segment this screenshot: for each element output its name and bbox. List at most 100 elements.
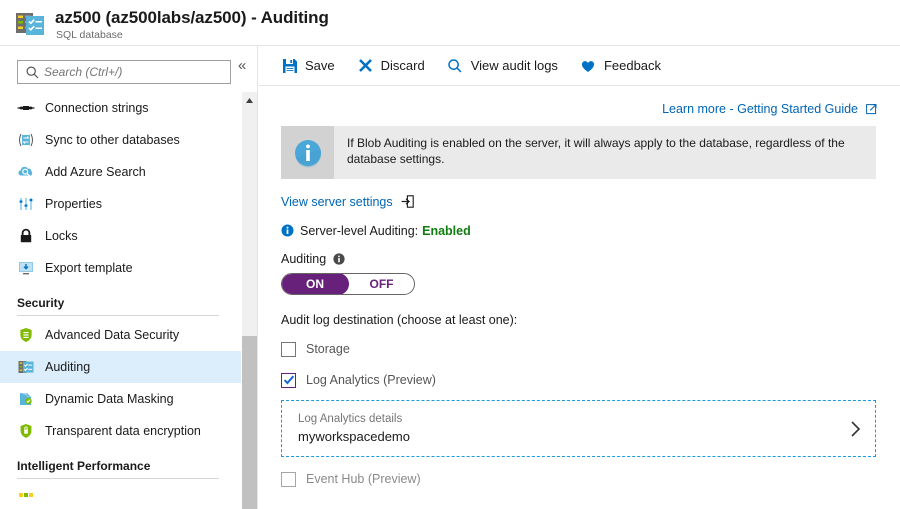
sidebar-item-label: Sync to other databases [45,133,180,147]
feedback-button[interactable]: Feedback [580,51,661,81]
sidebar-item-label: Add Azure Search [45,165,146,179]
checkbox-event-hub[interactable]: Event Hub (Preview) [281,470,878,488]
feedback-label: Feedback [603,58,662,73]
sidebar-scrollbar-thumb[interactable] [242,336,257,509]
auditing-toggle[interactable]: ON OFF [281,273,415,295]
sidebar-item-locks[interactable]: Locks [0,220,241,252]
checkbox-box[interactable] [281,471,296,487]
resource-sidebar: « Connection strings [0,46,258,509]
auditing-label: Auditing [281,252,327,266]
sidebar-item-export-template[interactable]: Export template [0,252,241,284]
info-small-icon [281,224,294,237]
log-analytics-workspace-value: myworkspacedemo [298,429,410,444]
log-analytics-details-texts: Log Analytics details myworkspacedemo [282,411,410,446]
search-box[interactable] [17,60,231,84]
info-circle-icon [281,126,334,179]
sidebar-item-label: Transparent data encryption [45,424,201,438]
checkbox-label: Event Hub (Preview) [306,472,421,486]
sidebar-item-advanced-data-security[interactable]: Advanced Data Security [0,319,241,351]
discard-x-icon [357,57,374,74]
sidebar-item-label: Export template [45,261,133,275]
sidebar-group-title: Intelligent Performance [17,459,151,473]
sidebar-item-label: Dynamic Data Masking [45,392,174,406]
checkbox-label: Storage [306,342,350,356]
view-server-settings-link[interactable]: View server settings [281,195,393,209]
sidebar-item-dynamic-data-masking[interactable]: Dynamic Data Masking [0,383,241,415]
command-toolbar: Save Discard View audit logs Feedback [259,46,900,86]
sidebar-item-transparent-data-encryption[interactable]: Transparent data encryption [0,415,241,447]
discard-button[interactable]: Discard [357,51,425,81]
external-link-icon[interactable] [866,103,878,115]
sidebar-item-properties[interactable]: Properties [0,188,241,220]
log-analytics-details-title: Log Analytics details [298,413,403,425]
open-in-icon[interactable] [401,195,414,208]
sidebar-group-title: Security [17,296,65,310]
server-level-auditing-value: Enabled [422,223,471,238]
discard-label: Discard [380,58,425,73]
search-input[interactable] [44,61,224,83]
encryption-shield-icon [17,422,35,440]
server-level-auditing-status: Server-level Auditing: Enabled [281,222,878,239]
page-subtitle: SQL database [56,29,123,41]
auditing-icon [17,358,35,376]
learn-more-link[interactable]: Learn more - Getting Started Guide [662,102,858,116]
lock-icon [17,227,35,245]
server-level-auditing-label: Server-level Auditing: [300,223,419,238]
azure-search-icon [17,163,35,181]
auditing-toggle-on[interactable]: ON [282,274,349,294]
page-header: az500 (az500labs/az500) - Auditing SQL d… [0,0,900,46]
sidebar-item-label: Advanced Data Security [45,328,180,342]
divider [17,478,219,479]
sidebar-item-label: Properties [45,197,102,211]
sidebar-item-partial[interactable] [0,482,241,509]
view-server-settings-row: View server settings [281,193,878,210]
info-banner-text: If Blob Auditing is enabled on the serve… [347,136,845,166]
sidebar-item-connection-strings[interactable]: Connection strings [0,92,241,124]
save-icon [281,57,298,74]
sql-database-auditing-icon [16,11,46,37]
search-icon [447,57,464,74]
save-button[interactable]: Save [281,51,335,81]
info-banner: If Blob Auditing is enabled on the serve… [281,126,876,179]
checkbox-log-analytics[interactable]: Log Analytics (Preview) [281,371,878,389]
sidebar-item-label: Connection strings [45,101,149,115]
main-panel: Save Discard View audit logs Feedback Le… [259,46,900,509]
auditing-label-row: Auditing [281,251,878,267]
properties-sliders-icon [17,195,35,213]
chevron-right-icon[interactable] [849,419,863,439]
data-masking-icon [17,390,35,408]
sidebar-item-sync-to-other-databases[interactable]: Sync to other databases [0,124,241,156]
info-small-icon[interactable] [333,253,345,265]
auditing-settings-content: Learn more - Getting Started Guide If Bl… [259,87,900,509]
sidebar-nav-list: Connection strings Sync to other databas… [0,92,241,509]
checkmark-icon [283,375,294,385]
view-audit-logs-label: View audit logs [470,58,558,73]
audit-log-destination-label: Audit log destination (choose at least o… [281,313,518,327]
search-icon [25,65,40,80]
performance-icon [17,489,35,507]
checkbox-label: Log Analytics (Preview) [306,373,436,387]
checkbox-storage[interactable]: Storage [281,340,878,358]
sidebar-item-label: Auditing [45,360,91,374]
connection-strings-icon [17,99,35,117]
save-label: Save [305,58,335,73]
heart-icon [580,57,597,74]
page-title: az500 (az500labs/az500) - Auditing [55,8,329,27]
export-template-icon [17,259,35,277]
sidebar-item-label: Locks [45,229,78,243]
sidebar-item-add-azure-search[interactable]: Add Azure Search [0,156,241,188]
auditing-toggle-off[interactable]: OFF [349,277,414,291]
sidebar-scroll-up-button[interactable] [242,92,257,108]
checkbox-box[interactable] [281,341,296,357]
log-analytics-details-card[interactable]: Log Analytics details myworkspacedemo [281,400,876,457]
sidebar-group-intelligent-performance: Intelligent Performance [0,447,224,482]
divider [17,315,219,316]
collapse-sidebar-button[interactable]: « [238,58,246,73]
sync-databases-icon [17,131,35,149]
learn-more-row: Learn more - Getting Started Guide [281,100,878,117]
sidebar-item-auditing[interactable]: Auditing [0,351,241,383]
view-audit-logs-button[interactable]: View audit logs [447,51,558,81]
shield-icon [17,326,35,344]
checkbox-box[interactable] [281,372,296,388]
sidebar-group-security: Security [0,284,224,319]
